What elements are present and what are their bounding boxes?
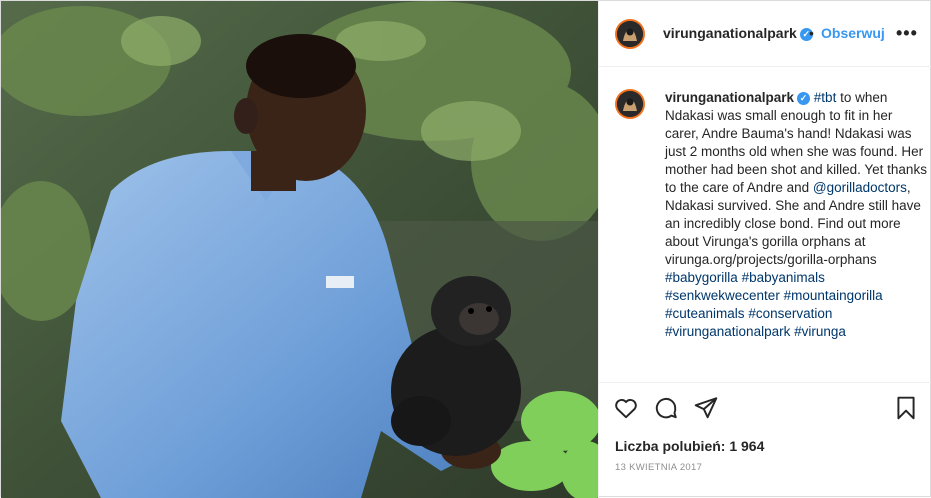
share-icon[interactable]	[693, 395, 719, 421]
hashtag-link[interactable]: #babygorilla	[665, 270, 738, 285]
hashtag-link[interactable]: #cuteanimals	[665, 306, 745, 321]
header-separator: •	[809, 25, 814, 41]
caption-username[interactable]: virunganationalpark	[665, 90, 794, 105]
hashtag-link[interactable]: #virunganationalpark	[665, 324, 790, 339]
gorilla-logo-icon	[617, 91, 643, 117]
post-date[interactable]: 13 kwietnia 2017	[615, 462, 702, 473]
hashtag-link[interactable]: #babyanimals	[742, 270, 825, 285]
post-caption: virunganationalpark ✓ #tbt to when Ndakas…	[665, 89, 927, 341]
gorilla-logo-icon	[617, 21, 643, 47]
hashtag-link[interactable]: #virunga	[794, 324, 846, 339]
post-sidebar: virunganationalpark ✓ • Obserwuj ••• viru…	[598, 1, 931, 498]
hashtag-link[interactable]: #conservation	[748, 306, 832, 321]
caption-avatar[interactable]	[615, 89, 645, 119]
post-actions: Liczba polubień: 1 964 13 kwietnia 2017	[599, 382, 931, 498]
post-header: virunganationalpark ✓ • Obserwuj •••	[599, 1, 931, 67]
header-username-text[interactable]: virunganationalpark	[663, 25, 797, 41]
comment-icon[interactable]	[653, 395, 679, 421]
post-photo[interactable]	[1, 1, 598, 498]
mention-link[interactable]: @gorilladoctors	[813, 180, 907, 195]
likes-count[interactable]: Liczba polubień: 1 964	[615, 438, 764, 454]
follow-button[interactable]: Obserwuj	[821, 25, 885, 41]
hashtag-link[interactable]: #senkwekwecenter	[665, 288, 780, 303]
header-username[interactable]: virunganationalpark ✓	[663, 25, 813, 41]
instagram-post: virunganationalpark ✓ • Obserwuj ••• viru…	[0, 0, 931, 498]
hashtag-link[interactable]: #tbt	[814, 90, 837, 105]
bookmark-icon[interactable]	[893, 395, 919, 421]
heart-icon[interactable]	[613, 395, 639, 421]
profile-avatar[interactable]	[615, 19, 645, 49]
more-options-icon[interactable]: •••	[896, 23, 918, 44]
hashtag-link[interactable]: #mountaingorilla	[784, 288, 883, 303]
verified-badge-icon: ✓	[797, 91, 811, 105]
photo-illustration	[1, 1, 598, 498]
